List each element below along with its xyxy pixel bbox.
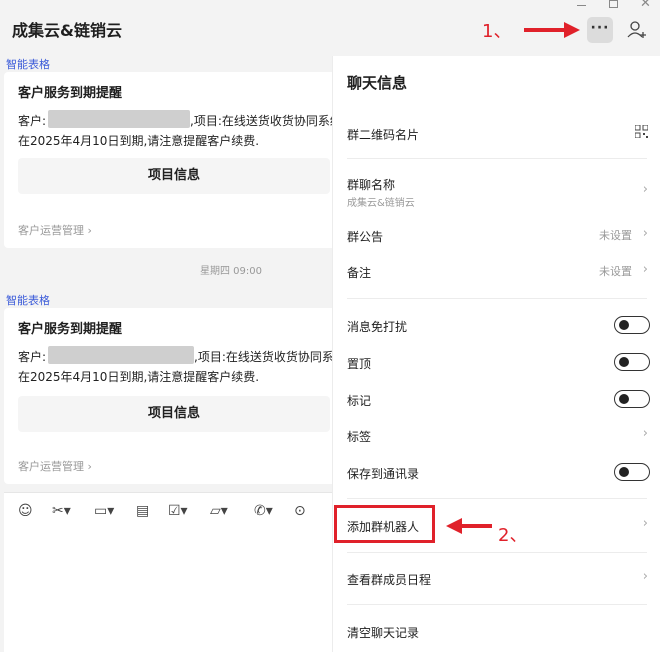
mute-toggle[interactable] <box>614 316 650 334</box>
add-member-icon[interactable] <box>624 17 650 43</box>
mark-toggle[interactable] <box>614 390 650 408</box>
divider <box>347 298 647 299</box>
panel-title: 聊天信息 <box>347 74 408 92</box>
message-line-suffix: ,项目:在线送货收货协同系统 <box>194 350 346 364</box>
divider <box>347 498 647 499</box>
save-contacts-label: 保存到通讯录 <box>347 467 420 481</box>
chat-area: 智能表格 客户服务到期提醒 客户: ,项目:在线送货收货协同系统 在2025年4… <box>0 56 346 492</box>
chevron-right-icon[interactable]: › <box>643 182 648 197</box>
more-options-button[interactable]: ··· <box>587 17 613 43</box>
document-icon[interactable]: ▤ <box>136 503 149 519</box>
member-schedule-label[interactable]: 查看群成员日程 <box>347 571 431 588</box>
message-line-prefix: 客户: <box>18 114 47 128</box>
redacted-customer <box>48 110 190 128</box>
message-footer-link[interactable]: 客户运营管理 › <box>18 458 92 474</box>
chat-title: 成集云&链销云 <box>12 21 122 40</box>
message-source[interactable]: 智能表格 <box>6 292 50 308</box>
annotation-label-1: 1、 <box>482 21 512 42</box>
divider <box>347 604 647 605</box>
remark-value: 未设置 <box>599 265 632 278</box>
message-card: 客户服务到期提醒 客户: ,项目:在线送货收货协同系统 在2025年4月10日到… <box>4 308 346 484</box>
message-source[interactable]: 智能表格 <box>6 56 50 72</box>
divider <box>347 552 647 553</box>
more-tools-icon[interactable]: ⊙ <box>294 503 306 519</box>
message-line-2: 在2025年4月10日到期,请注意提醒客户续费. <box>18 134 260 148</box>
message-footer-link[interactable]: 客户运营管理 › <box>18 222 92 238</box>
message-line-2: 在2025年4月10日到期,请注意提醒客户续费. <box>18 370 260 384</box>
message-title: 客户服务到期提醒 <box>18 86 123 101</box>
maximize-icon[interactable] <box>609 0 618 8</box>
chevron-right-icon[interactable]: › <box>643 226 648 241</box>
message-input-area[interactable]: ☺ ✂▾ ▭▾ ▤ ☑▾ ▱▾ ✆▾ ⊙ <box>4 492 340 652</box>
image-icon[interactable]: ▭▾ <box>94 503 114 519</box>
qr-card-label[interactable]: 群二维码名片 <box>347 126 419 143</box>
tag-label[interactable]: 标签 <box>347 428 371 445</box>
clear-history-label[interactable]: 清空聊天记录 <box>347 624 419 641</box>
schedule-icon[interactable]: ☑▾ <box>168 503 188 519</box>
message-line-suffix: ,项目:在线送货收货协同系统 <box>190 114 342 128</box>
mark-label: 标记 <box>347 394 372 408</box>
annotation-arrow-2 <box>446 518 492 534</box>
group-name-value: 成集云&链销云 <box>347 198 415 209</box>
message-card: 客户服务到期提醒 客户: ,项目:在线送货收货协同系统 在2025年4月10日到… <box>4 72 342 248</box>
screenshot-icon[interactable]: ✂▾ <box>52 503 71 519</box>
annotation-arrow-1 <box>524 22 580 38</box>
project-info-button[interactable]: 项目信息 <box>18 396 330 432</box>
qr-code-icon[interactable] <box>635 125 648 138</box>
group-name-label[interactable]: 群聊名称 <box>347 176 395 193</box>
pin-toggle[interactable] <box>614 353 650 371</box>
phone-icon[interactable]: ✆▾ <box>254 503 273 519</box>
minimize-icon[interactable] <box>577 0 587 10</box>
chevron-right-icon[interactable]: › <box>643 569 648 584</box>
project-info-button[interactable]: 项目信息 <box>18 158 330 194</box>
redacted-customer <box>48 346 194 364</box>
chat-info-panel: 聊天信息 群二维码名片 群聊名称 成集云&链销云 › 群公告 未设置 › 备注 … <box>332 56 660 652</box>
chevron-right-icon[interactable]: › <box>643 516 648 531</box>
emoji-icon[interactable]: ☺ <box>18 503 33 519</box>
chevron-right-icon[interactable]: › <box>643 426 648 441</box>
announcement-value: 未设置 <box>599 229 632 242</box>
chevron-right-icon[interactable]: › <box>643 262 648 277</box>
message-title: 客户服务到期提醒 <box>18 322 123 337</box>
pin-label: 置顶 <box>347 357 372 371</box>
divider <box>347 158 647 159</box>
folder-icon[interactable]: ▱▾ <box>210 503 228 519</box>
close-icon[interactable]: ✕ <box>640 0 651 11</box>
announcement-label[interactable]: 群公告 <box>347 228 383 245</box>
date-separator: 星期四 09:00 <box>200 266 262 277</box>
annotation-highlight-box <box>334 505 435 543</box>
annotation-label-2: 2、 <box>498 525 528 546</box>
mute-label: 消息免打扰 <box>347 320 408 334</box>
message-line-prefix: 客户: <box>18 350 47 364</box>
save-contacts-toggle[interactable] <box>614 463 650 481</box>
remark-label[interactable]: 备注 <box>347 264 371 281</box>
